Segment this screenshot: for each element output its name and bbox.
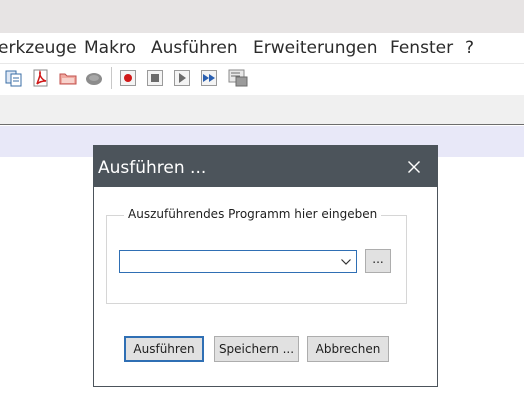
gear-icon[interactable] (85, 69, 103, 87)
program-input[interactable] (122, 253, 332, 270)
menu-run[interactable]: Ausführen (151, 38, 238, 58)
pdf-icon[interactable] (32, 69, 50, 87)
menu-macro[interactable]: Makro (84, 38, 136, 58)
save-macro-icon[interactable] (228, 69, 249, 87)
dialog-title-bar[interactable]: Ausführen ... (94, 146, 437, 187)
window-title-strip (0, 0, 524, 33)
chevron-down-icon (341, 258, 351, 265)
tab-bar (0, 95, 524, 125)
close-icon (408, 160, 420, 173)
document-copy-icon[interactable] (5, 69, 23, 87)
run-button[interactable]: Ausführen (124, 336, 204, 362)
run-dialog: Ausführen ... Auszuführendes Programm hi… (93, 145, 438, 387)
save-button[interactable]: Speichern ... (214, 336, 299, 362)
dialog-title: Ausführen ... (98, 158, 207, 178)
toolbar-separator (111, 67, 112, 89)
dialog-close-button[interactable] (391, 146, 437, 187)
program-group-label: Auszuführendes Programm hier eingeben (124, 207, 382, 221)
menu-tools[interactable]: erkzeuge (0, 38, 77, 58)
menu-help[interactable]: ? (465, 38, 474, 58)
stop-macro-icon[interactable] (146, 69, 164, 87)
fast-forward-macro-icon[interactable] (200, 69, 218, 87)
browse-button[interactable]: ... (365, 249, 391, 273)
program-combobox[interactable] (119, 250, 357, 273)
app-window: erkzeuge Makro Ausführen Erweiterungen F… (0, 0, 524, 416)
toolbar (0, 63, 524, 95)
menu-plugins[interactable]: Erweiterungen (253, 38, 378, 58)
menu-window[interactable]: Fenster (390, 38, 453, 58)
combobox-dropdown-button[interactable] (336, 251, 356, 272)
cancel-button[interactable]: Abbrechen (307, 336, 389, 362)
play-macro-icon[interactable] (173, 69, 191, 87)
record-macro-icon[interactable] (119, 69, 137, 87)
folder-icon[interactable] (59, 69, 77, 87)
